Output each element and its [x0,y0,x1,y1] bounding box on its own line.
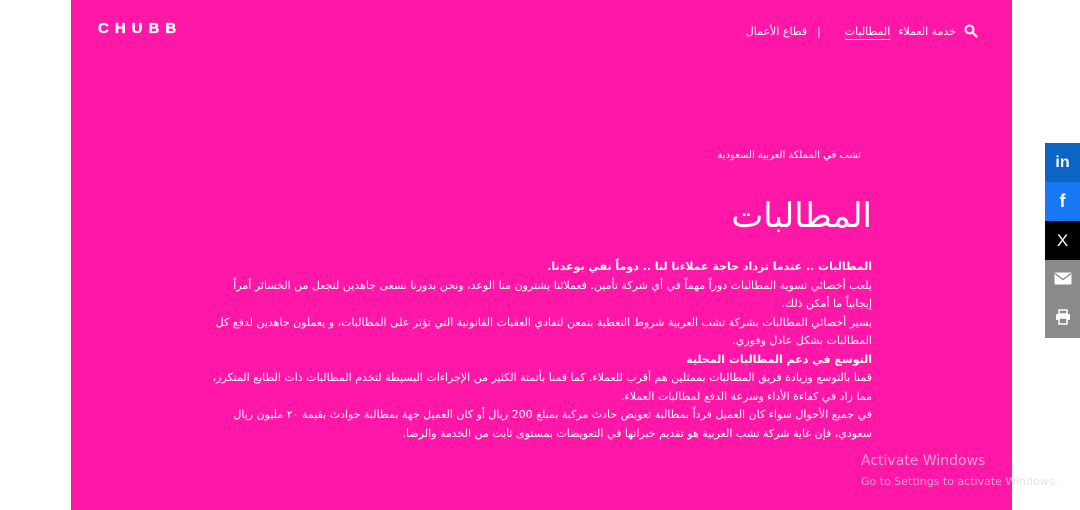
x-share-button[interactable]: X [1045,221,1080,260]
linkedin-icon: in [1055,153,1070,171]
nav-separator: | [817,24,821,38]
watermark-subtitle: Go to Settings to activate Windows. [861,475,1059,488]
share-bar: in f X [1045,143,1080,338]
x-icon: X [1056,230,1069,250]
print-button[interactable] [1045,299,1080,338]
windows-activation-watermark: Activate Windows Go to Settings to activ… [861,453,1058,488]
page-title: المطالبات [731,196,872,236]
paragraph-coverage: يسير أخصائي المطالبات بشركة تشب العربية … [215,315,872,348]
top-nav: خدمة العملاء المطالبات | قطاع الأعمال [746,24,978,38]
nav-business[interactable]: قطاع الأعمال [746,25,807,38]
linkedin-share-button[interactable]: in [1045,143,1080,182]
facebook-icon: f [1059,191,1066,211]
email-share-button[interactable] [1045,260,1080,299]
search-icon[interactable] [964,24,978,38]
main-panel: CHUBB خدمة العملاء المطالبات | قطاع الأع… [71,0,1012,510]
paragraph-all-cases: في جميع الأحوال سواء كان العميل فرداً بم… [233,408,872,440]
envelope-icon [1054,270,1072,289]
intro-heading: المطالبات .. عندما تزداد حاجة عملاءنا لن… [547,260,872,273]
paragraph-expansion: قمنا بالتوسع وزيادة فريق المطالبات بممثل… [212,371,872,403]
watermark-title: Activate Windows [861,453,986,469]
nav-claims[interactable]: المطالبات [845,25,891,38]
chubb-logo[interactable]: CHUBB [98,20,182,37]
breadcrumb[interactable]: تشب في المملكة العربية السعودية [717,150,861,161]
section-heading-local-support: التوسع في دعم المطالبات المحلية [686,352,872,366]
nav-customer-service[interactable]: خدمة العملاء [898,25,956,38]
printer-icon [1055,308,1071,329]
claims-content: المطالبات .. عندما تزداد حاجة عملاءنا لن… [212,258,872,443]
paragraph-adjusters-role: يلعب أخصائي تسوية المطالبات دوراً مهماً … [233,278,872,311]
facebook-share-button[interactable]: f [1045,182,1080,221]
